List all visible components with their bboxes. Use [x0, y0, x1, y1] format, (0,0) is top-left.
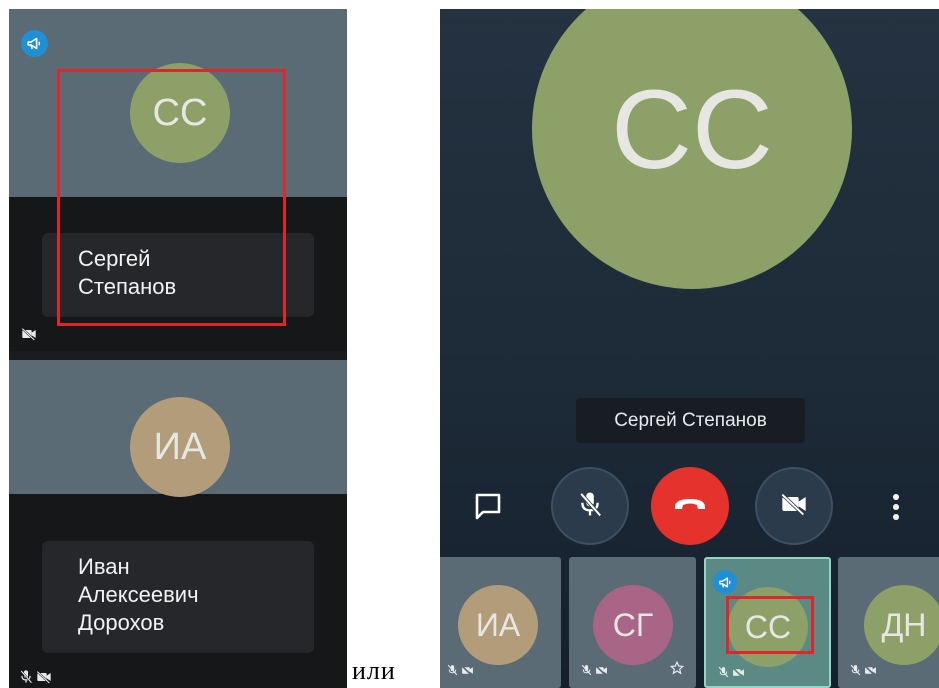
- megaphone-icon: [21, 30, 48, 57]
- participant-strip: ИА СГ СС ДН: [440, 557, 939, 688]
- camera-off-icon: [731, 665, 745, 683]
- camera-off-icon: [35, 669, 52, 688]
- participant-name: Иван Алексеевич Дорохов: [42, 541, 314, 653]
- status-icons: [20, 327, 37, 346]
- status-icons: [718, 665, 745, 683]
- status-icons: [581, 663, 608, 681]
- avatar: ИА: [458, 585, 538, 665]
- name-line: Сергей: [78, 246, 151, 271]
- status-icons: [850, 663, 877, 681]
- chat-icon: [473, 491, 503, 526]
- avatar: СС: [130, 63, 230, 163]
- mic-off-icon: [447, 663, 458, 681]
- participant-tile[interactable]: ИА Иван Алексеевич Дорохов: [9, 360, 347, 688]
- participant-thumbnail[interactable]: ДН: [838, 557, 939, 688]
- mic-off-icon: [577, 490, 603, 523]
- hang-up-button[interactable]: [651, 467, 729, 545]
- avatar: СС: [728, 587, 808, 667]
- camera-off-icon: [20, 327, 37, 346]
- name-line: Алексеевич: [78, 582, 199, 607]
- camera-button[interactable]: [755, 467, 833, 545]
- avatar: ИА: [130, 397, 230, 497]
- camera-off-icon: [863, 663, 877, 681]
- status-icons: [19, 669, 52, 688]
- name-line: Иван: [78, 554, 130, 579]
- participant-thumbnail-active[interactable]: СС: [704, 557, 831, 688]
- name-line: Степанов: [78, 274, 177, 299]
- separator-text: или: [352, 656, 396, 685]
- camera-off-icon: [594, 663, 608, 681]
- name-line: Дорохов: [78, 610, 165, 635]
- call-screen: СС Сергей Степанов ИА СГ СС ДН: [440, 9, 939, 688]
- more-vertical-icon: [892, 493, 900, 526]
- star-icon[interactable]: [669, 660, 685, 680]
- avatar: ДН: [864, 585, 939, 665]
- chat-button[interactable]: [470, 490, 506, 526]
- mic-off-icon: [19, 669, 33, 688]
- more-button[interactable]: [884, 490, 908, 528]
- avatar: СГ: [593, 585, 673, 665]
- phone-hangup-icon: [673, 496, 707, 517]
- mic-off-icon: [850, 663, 861, 681]
- mute-button[interactable]: [551, 467, 629, 545]
- camera-off-icon: [460, 663, 474, 681]
- participant-tile[interactable]: СС Сергей Степанов: [9, 9, 347, 351]
- mic-off-icon: [718, 665, 729, 683]
- camera-off-icon: [779, 491, 808, 521]
- participants-grid: СС Сергей Степанов ИА Иван Алексеевич До…: [9, 9, 347, 688]
- participant-thumbnail[interactable]: СГ: [569, 557, 696, 688]
- status-icons: [447, 663, 474, 681]
- participant-thumbnail[interactable]: ИА: [440, 557, 561, 688]
- megaphone-icon: [713, 570, 737, 594]
- participant-name: Сергей Степанов: [42, 233, 314, 317]
- mic-off-icon: [581, 663, 592, 681]
